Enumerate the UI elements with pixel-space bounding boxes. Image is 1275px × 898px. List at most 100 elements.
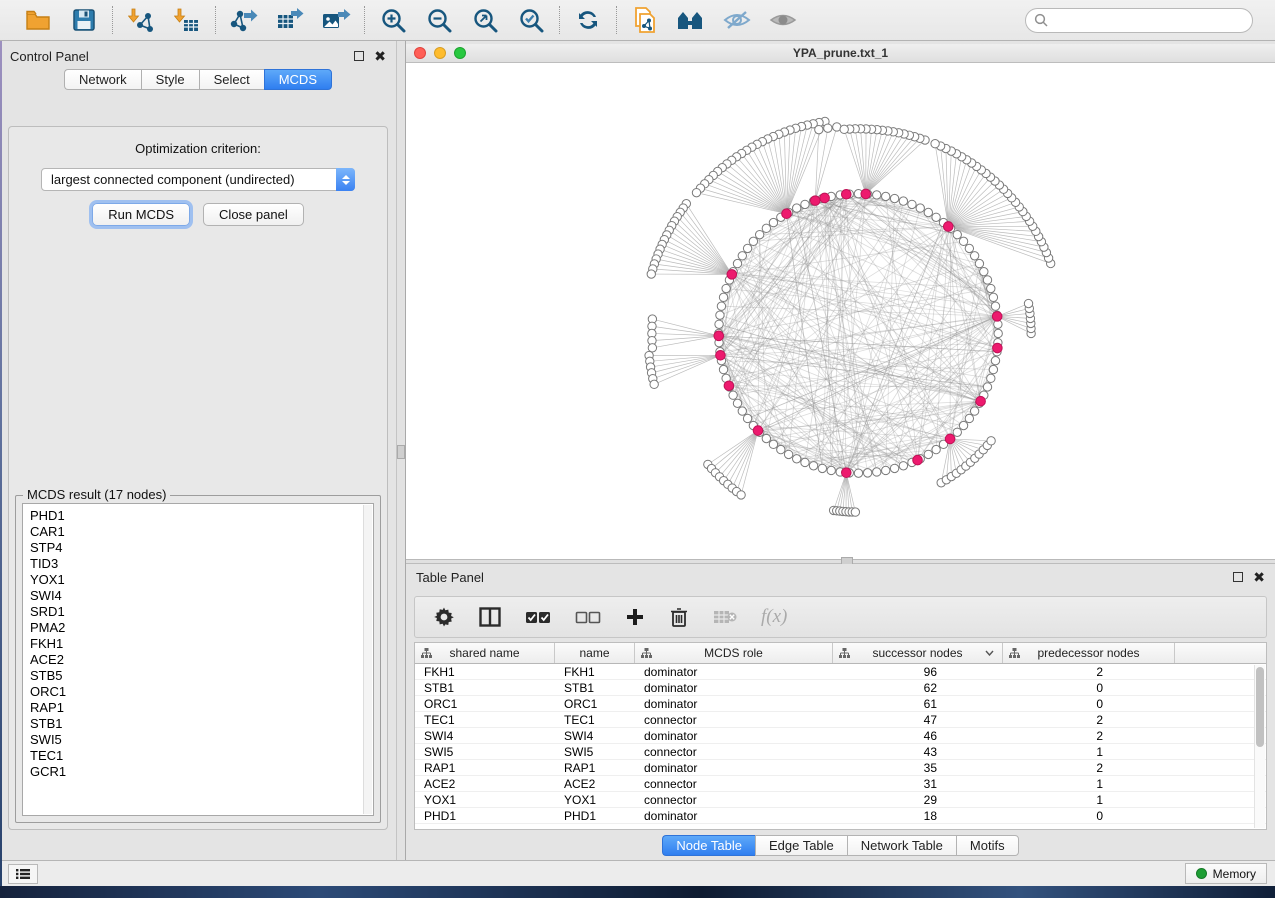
- mcds-result-node[interactable]: SRD1: [30, 604, 373, 620]
- mcds-result-node[interactable]: GCR1: [30, 764, 373, 780]
- tab-select[interactable]: Select: [199, 69, 264, 90]
- tab-mcds[interactable]: MCDS: [264, 69, 332, 90]
- network-graph[interactable]: [406, 63, 1275, 559]
- open-session-icon[interactable]: [23, 6, 53, 34]
- import-network-icon[interactable]: [126, 6, 156, 34]
- apply-preferred-layout-icon[interactable]: [573, 6, 603, 34]
- cell-name: PHD1: [555, 808, 635, 823]
- zoom-selected-icon[interactable]: [516, 6, 546, 34]
- table-row[interactable]: RAP1RAP1dominator352: [415, 760, 1266, 776]
- tab-motifs[interactable]: Motifs: [956, 835, 1019, 856]
- tab-node-table[interactable]: Node Table: [662, 835, 755, 856]
- vertical-splitter[interactable]: [396, 41, 406, 860]
- table-row[interactable]: SWI5SWI5connector431: [415, 744, 1266, 760]
- table-row[interactable]: PHD1PHD1dominator180: [415, 808, 1266, 824]
- select-all-checkboxes-icon[interactable]: [525, 604, 551, 630]
- zoom-fit-icon[interactable]: [470, 6, 500, 34]
- global-search[interactable]: [1025, 8, 1253, 33]
- cell-successors: 46: [833, 728, 1003, 743]
- table-row[interactable]: ACE2ACE2connector311: [415, 776, 1266, 792]
- mcds-result-node[interactable]: ORC1: [30, 684, 373, 700]
- show-column-panel-icon[interactable]: [479, 604, 501, 630]
- close-panel-button[interactable]: Close panel: [203, 203, 304, 226]
- network-window-titlebar[interactable]: YPA_prune.txt_1: [406, 44, 1275, 63]
- mcds-result-node[interactable]: PHD1: [30, 508, 373, 524]
- cell-shared_name: ACE2: [415, 776, 555, 791]
- mcds-result-node[interactable]: SWI5: [30, 732, 373, 748]
- first-neighbors-icon[interactable]: [676, 6, 706, 34]
- close-panel-icon[interactable]: ✖: [1253, 572, 1265, 582]
- tab-style[interactable]: Style: [141, 69, 199, 90]
- column-header-predecessor-nodes[interactable]: predecessor nodes: [1003, 643, 1175, 663]
- mcds-result-node[interactable]: STB1: [30, 716, 373, 732]
- mcds-result-node[interactable]: RAP1: [30, 700, 373, 716]
- export-table-icon[interactable]: [275, 6, 305, 34]
- splitter-grip[interactable]: [397, 445, 405, 459]
- mcds-result-node[interactable]: FKH1: [30, 636, 373, 652]
- cell-successors: 61: [833, 696, 1003, 711]
- mcds-result-node[interactable]: CAR1: [30, 524, 373, 540]
- mcds-result-node[interactable]: PMA2: [30, 620, 373, 636]
- cell-role: connector: [635, 776, 833, 791]
- deselect-all-checkboxes-icon[interactable]: [575, 604, 601, 630]
- cell-successors: 62: [833, 680, 1003, 695]
- add-column-icon[interactable]: [625, 604, 645, 630]
- table-options-gear-icon[interactable]: [433, 604, 455, 630]
- tab-network[interactable]: Network: [64, 69, 141, 90]
- network-view-window: YPA_prune.txt_1: [406, 44, 1275, 560]
- cell-predecessors: 2: [1003, 760, 1175, 775]
- zoom-in-icon[interactable]: [378, 6, 408, 34]
- mcds-tab-content: Optimization criterion: largest connecte…: [8, 126, 388, 830]
- node-table: shared namename MCDS role successor nodesp…: [414, 642, 1267, 830]
- task-history-button[interactable]: [8, 864, 38, 884]
- show-all-icon[interactable]: [768, 6, 798, 34]
- tab-network-table[interactable]: Network Table: [847, 835, 956, 856]
- search-input[interactable]: [1053, 13, 1244, 27]
- new-network-from-selection-icon[interactable]: [630, 6, 660, 34]
- mcds-result-node[interactable]: TID3: [30, 556, 373, 572]
- export-network-icon[interactable]: [229, 6, 259, 34]
- cell-predecessors: 2: [1003, 712, 1175, 727]
- export-image-icon[interactable]: [321, 6, 351, 34]
- table-body: FKH1FKH1dominator962STB1STB1dominator620…: [415, 664, 1266, 824]
- mcds-result-node[interactable]: ACE2: [30, 652, 373, 668]
- hide-selected-icon[interactable]: [722, 6, 752, 34]
- cell-successors: 29: [833, 792, 1003, 807]
- table-row[interactable]: ORC1ORC1dominator610: [415, 696, 1266, 712]
- column-header-MCDS-role[interactable]: MCDS role: [635, 643, 833, 663]
- column-header-name[interactable]: name: [555, 643, 635, 663]
- result-list-scrollbar[interactable]: [363, 505, 372, 814]
- close-panel-icon[interactable]: ✖: [374, 51, 386, 61]
- mcds-result-title: MCDS result (17 nodes): [23, 487, 170, 502]
- column-label: MCDS role: [704, 646, 763, 660]
- mcds-result-node[interactable]: STB5: [30, 668, 373, 684]
- scrollbar-thumb[interactable]: [1256, 667, 1264, 747]
- zoom-out-icon[interactable]: [424, 6, 454, 34]
- table-row[interactable]: STB1STB1dominator620: [415, 680, 1266, 696]
- network-canvas[interactable]: [406, 63, 1275, 559]
- mcds-result-node[interactable]: SWI4: [30, 588, 373, 604]
- table-row[interactable]: FKH1FKH1dominator962: [415, 664, 1266, 680]
- float-panel-icon[interactable]: [354, 51, 364, 61]
- save-session-icon[interactable]: [69, 6, 99, 34]
- import-table-icon[interactable]: [172, 6, 202, 34]
- table-row[interactable]: SWI4SWI4dominator462: [415, 728, 1266, 744]
- memory-button[interactable]: Memory: [1185, 863, 1267, 884]
- table-scrollbar[interactable]: [1254, 665, 1265, 828]
- mcds-result-node[interactable]: YOX1: [30, 572, 373, 588]
- run-mcds-button[interactable]: Run MCDS: [92, 203, 190, 226]
- table-panel-tabs: Node TableEdge TableNetwork TableMotifs: [406, 830, 1275, 860]
- column-header-successor-nodes[interactable]: successor nodes: [833, 643, 1003, 663]
- mcds-result-node[interactable]: STP4: [30, 540, 373, 556]
- tab-edge-table[interactable]: Edge Table: [755, 835, 847, 856]
- table-row[interactable]: TEC1TEC1connector472: [415, 712, 1266, 728]
- column-header-shared-name[interactable]: shared name: [415, 643, 555, 663]
- delete-column-icon[interactable]: [669, 604, 689, 630]
- status-bar: Memory: [0, 860, 1275, 886]
- mcds-result-node[interactable]: TEC1: [30, 748, 373, 764]
- float-panel-icon[interactable]: [1233, 572, 1243, 582]
- criterion-dropdown[interactable]: largest connected component (undirected): [41, 168, 355, 191]
- hierarchy-icon: [1009, 648, 1020, 659]
- cell-shared_name: SWI5: [415, 744, 555, 759]
- table-row[interactable]: YOX1YOX1connector291: [415, 792, 1266, 808]
